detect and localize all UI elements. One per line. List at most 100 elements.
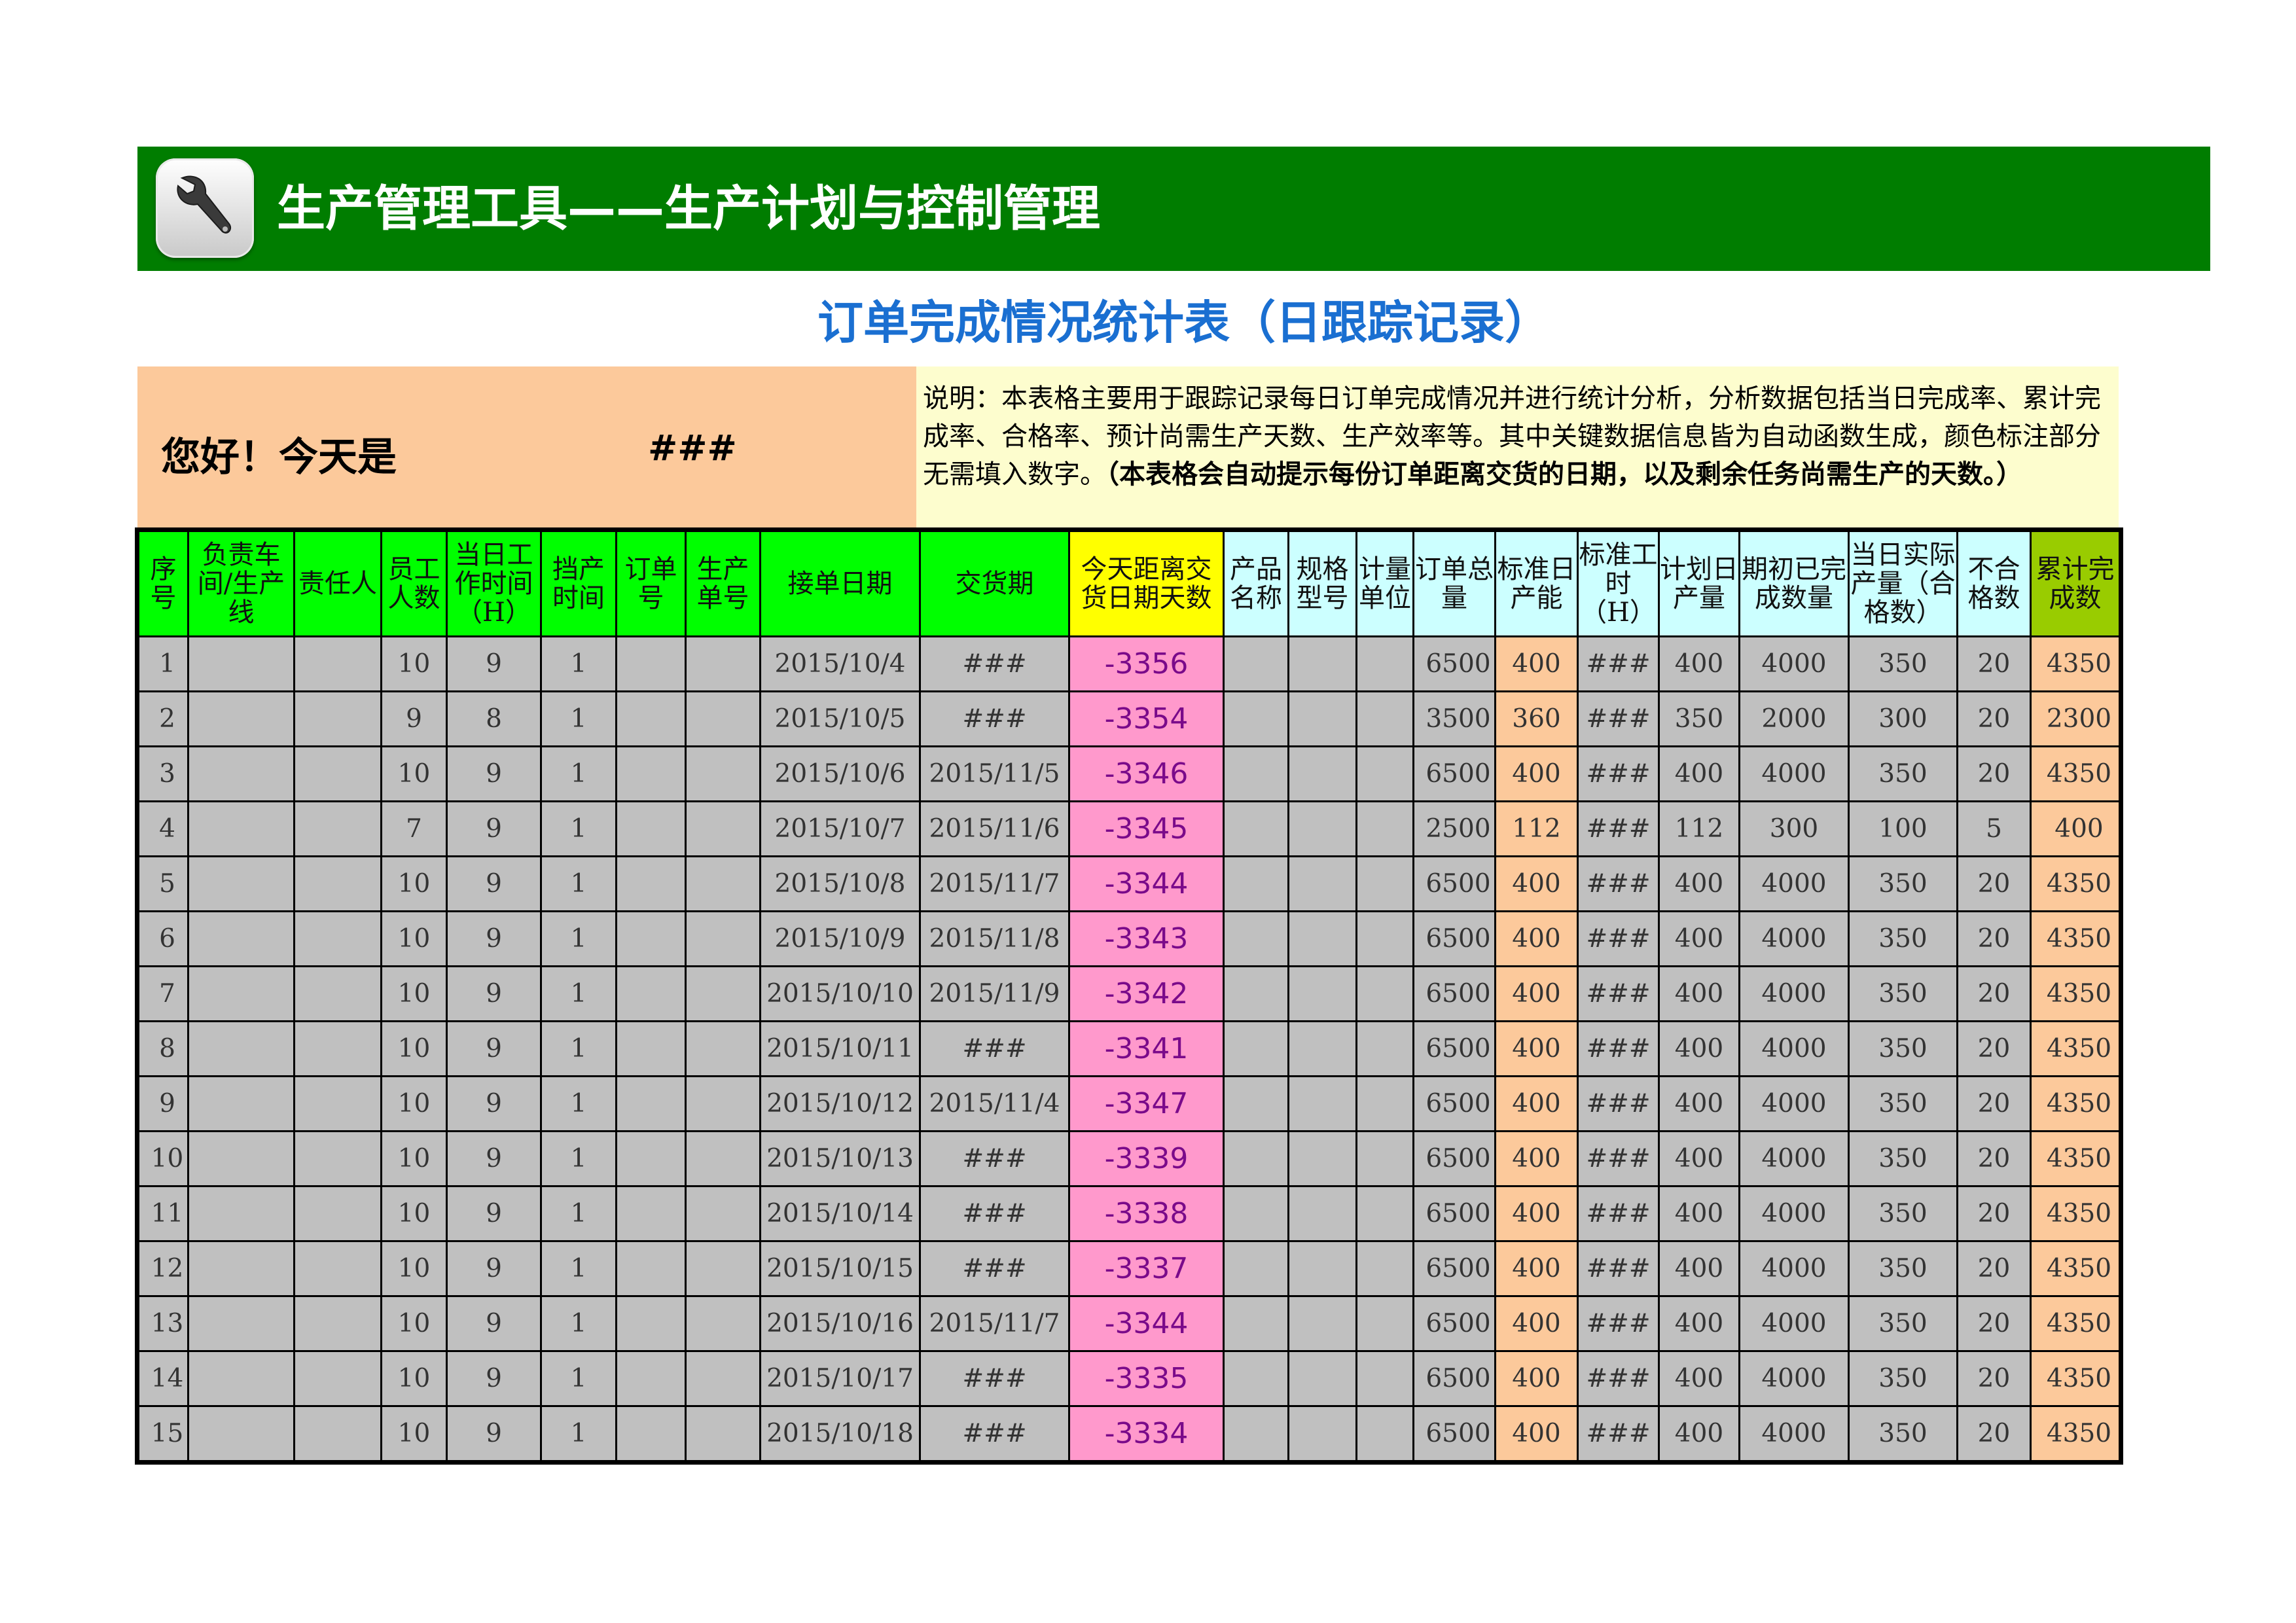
cell-initial-completed[interactable]: 4000	[1738, 1295, 1850, 1352]
cell-owner[interactable]	[293, 1185, 382, 1242]
cell-std-work-hours[interactable]: ###	[1577, 1240, 1660, 1297]
cell-seq[interactable]: 8	[137, 1020, 189, 1077]
cell-owner[interactable]	[293, 1130, 382, 1187]
cell-unit[interactable]	[1355, 1185, 1414, 1242]
cell-delivery-date[interactable]: ###	[919, 690, 1070, 747]
cell-defect-count[interactable]: 20	[1956, 690, 2032, 747]
cell-defect-count[interactable]: 20	[1956, 1185, 2032, 1242]
cell-staff-count[interactable]: 9	[380, 690, 448, 747]
cell-defect-count[interactable]: 20	[1956, 1295, 2032, 1352]
cell-staff-count[interactable]: 10	[380, 910, 448, 967]
cell-production-no[interactable]	[685, 635, 761, 692]
cell-planned-daily-output[interactable]: 400	[1658, 855, 1740, 912]
cell-defect-count[interactable]: 20	[1956, 1405, 2032, 1462]
cell-cumulative-completed[interactable]: 4350	[2030, 1405, 2121, 1462]
cell-initial-completed[interactable]: 4000	[1738, 965, 1850, 1022]
cell-daily-actual-output[interactable]: 100	[1848, 800, 1958, 857]
cell-workshop[interactable]	[187, 690, 295, 747]
cell-daily-actual-output[interactable]: 350	[1848, 1350, 1958, 1407]
cell-initial-completed[interactable]: 4000	[1738, 745, 1850, 802]
cell-unit[interactable]	[1355, 1350, 1414, 1407]
cell-product-name[interactable]	[1223, 1075, 1289, 1132]
cell-work-hours[interactable]: 9	[446, 800, 542, 857]
cell-owner[interactable]	[293, 1405, 382, 1462]
cell-workshop[interactable]	[187, 745, 295, 802]
cell-std-work-hours[interactable]: ###	[1577, 1020, 1660, 1077]
cell-std-daily-capacity[interactable]: 400	[1494, 635, 1579, 692]
cell-order-no[interactable]	[615, 1295, 687, 1352]
cell-delivery-date[interactable]: 2015/11/6	[919, 800, 1070, 857]
cell-std-work-hours[interactable]: ###	[1577, 690, 1660, 747]
cell-seq[interactable]: 7	[137, 965, 189, 1022]
cell-production-no[interactable]	[685, 800, 761, 857]
cell-spec-model[interactable]	[1287, 1020, 1357, 1077]
cell-planned-daily-output[interactable]: 400	[1658, 1405, 1740, 1462]
cell-order-date[interactable]: 2015/10/18	[759, 1405, 921, 1462]
cell-spec-model[interactable]	[1287, 1075, 1357, 1132]
cell-order-total[interactable]: 6500	[1412, 1075, 1496, 1132]
cell-defect-count[interactable]: 20	[1956, 855, 2032, 912]
cell-workshop[interactable]	[187, 1405, 295, 1462]
cell-changeover-time[interactable]: 1	[540, 1350, 617, 1407]
cell-seq[interactable]: 6	[137, 910, 189, 967]
cell-cumulative-completed[interactable]: 4350	[2030, 910, 2121, 967]
cell-work-hours[interactable]: 9	[446, 745, 542, 802]
cell-std-daily-capacity[interactable]: 400	[1494, 1130, 1579, 1187]
cell-product-name[interactable]	[1223, 690, 1289, 747]
cell-seq[interactable]: 9	[137, 1075, 189, 1132]
cell-planned-daily-output[interactable]: 400	[1658, 1295, 1740, 1352]
cell-days-to-delivery[interactable]: -3338	[1068, 1185, 1225, 1242]
cell-product-name[interactable]	[1223, 910, 1289, 967]
cell-delivery-date[interactable]: ###	[919, 1240, 1070, 1297]
cell-staff-count[interactable]: 10	[380, 1130, 448, 1187]
cell-staff-count[interactable]: 10	[380, 635, 448, 692]
cell-order-total[interactable]: 6500	[1412, 1295, 1496, 1352]
cell-days-to-delivery[interactable]: -3347	[1068, 1075, 1225, 1132]
cell-changeover-time[interactable]: 1	[540, 965, 617, 1022]
cell-cumulative-completed[interactable]: 4350	[2030, 1350, 2121, 1407]
cell-cumulative-completed[interactable]: 2300	[2030, 690, 2121, 747]
cell-order-total[interactable]: 6500	[1412, 855, 1496, 912]
cell-changeover-time[interactable]: 1	[540, 690, 617, 747]
cell-work-hours[interactable]: 9	[446, 1185, 542, 1242]
cell-daily-actual-output[interactable]: 350	[1848, 965, 1958, 1022]
cell-work-hours[interactable]: 9	[446, 1240, 542, 1297]
cell-unit[interactable]	[1355, 1295, 1414, 1352]
cell-delivery-date[interactable]: 2015/11/8	[919, 910, 1070, 967]
cell-daily-actual-output[interactable]: 350	[1848, 1185, 1958, 1242]
cell-days-to-delivery[interactable]: -3346	[1068, 745, 1225, 802]
cell-std-daily-capacity[interactable]: 400	[1494, 965, 1579, 1022]
cell-days-to-delivery[interactable]: -3344	[1068, 1295, 1225, 1352]
cell-defect-count[interactable]: 20	[1956, 1020, 2032, 1077]
cell-delivery-date[interactable]: ###	[919, 1350, 1070, 1407]
cell-order-no[interactable]	[615, 855, 687, 912]
cell-unit[interactable]	[1355, 1020, 1414, 1077]
cell-defect-count[interactable]: 20	[1956, 745, 2032, 802]
cell-workshop[interactable]	[187, 1295, 295, 1352]
cell-spec-model[interactable]	[1287, 635, 1357, 692]
cell-order-date[interactable]: 2015/10/5	[759, 690, 921, 747]
cell-owner[interactable]	[293, 855, 382, 912]
cell-workshop[interactable]	[187, 1020, 295, 1077]
cell-product-name[interactable]	[1223, 745, 1289, 802]
cell-std-work-hours[interactable]: ###	[1577, 1130, 1660, 1187]
cell-defect-count[interactable]: 20	[1956, 1350, 2032, 1407]
cell-delivery-date[interactable]: ###	[919, 1405, 1070, 1462]
cell-days-to-delivery[interactable]: -3343	[1068, 910, 1225, 967]
cell-cumulative-completed[interactable]: 4350	[2030, 1185, 2121, 1242]
cell-cumulative-completed[interactable]: 4350	[2030, 1240, 2121, 1297]
cell-cumulative-completed[interactable]: 4350	[2030, 1295, 2121, 1352]
cell-owner[interactable]	[293, 800, 382, 857]
cell-initial-completed[interactable]: 4000	[1738, 635, 1850, 692]
cell-spec-model[interactable]	[1287, 1295, 1357, 1352]
cell-staff-count[interactable]: 10	[380, 1350, 448, 1407]
cell-product-name[interactable]	[1223, 855, 1289, 912]
cell-changeover-time[interactable]: 1	[540, 745, 617, 802]
cell-production-no[interactable]	[685, 1075, 761, 1132]
cell-owner[interactable]	[293, 965, 382, 1022]
cell-production-no[interactable]	[685, 690, 761, 747]
cell-staff-count[interactable]: 7	[380, 800, 448, 857]
cell-daily-actual-output[interactable]: 350	[1848, 745, 1958, 802]
cell-order-no[interactable]	[615, 745, 687, 802]
cell-defect-count[interactable]: 20	[1956, 965, 2032, 1022]
